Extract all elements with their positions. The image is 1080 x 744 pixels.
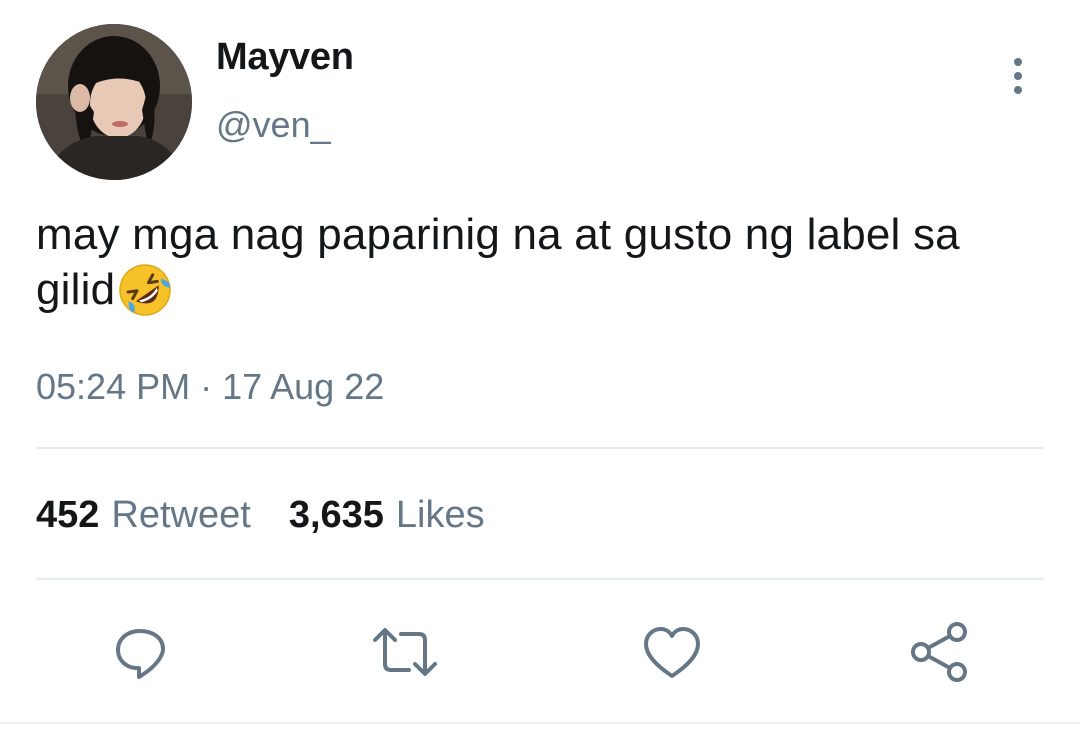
- more-options-icon[interactable]: [996, 52, 1040, 100]
- author-handle[interactable]: @ven_: [216, 104, 331, 146]
- more-dot: [1014, 58, 1022, 66]
- likes-count: 3,635: [288, 494, 384, 536]
- retweet-count: 452: [36, 494, 100, 536]
- retweet-label: Retweet: [111, 494, 251, 536]
- rolling-on-floor-laughing-emoji-icon: [117, 262, 173, 318]
- tweet-text: may mga nag paparinig na at gusto ng lab…: [36, 208, 1046, 318]
- tweet-timestamp[interactable]: 05:24 PM · 17 Aug 22: [36, 366, 384, 408]
- like-icon[interactable]: [638, 618, 706, 686]
- reply-icon[interactable]: [106, 618, 174, 686]
- retweet-stat[interactable]: 452 Retweet: [36, 494, 251, 536]
- likes-label: Likes: [395, 494, 485, 536]
- author-display-name[interactable]: Mayven: [216, 36, 354, 79]
- likes-stat[interactable]: 3,635 Likes: [289, 494, 485, 536]
- tweet-stats: 452 Retweet 3,635 Likes: [36, 494, 485, 537]
- bottom-divider: [0, 722, 1080, 724]
- avatar[interactable]: [36, 24, 192, 180]
- divider: [36, 447, 1044, 449]
- retweet-icon[interactable]: [371, 618, 439, 686]
- share-icon[interactable]: [905, 618, 973, 686]
- more-dot: [1014, 86, 1022, 94]
- tweet-body: may mga nag paparinig na at gusto ng lab…: [36, 210, 960, 314]
- divider: [36, 578, 1044, 580]
- more-dot: [1014, 72, 1022, 80]
